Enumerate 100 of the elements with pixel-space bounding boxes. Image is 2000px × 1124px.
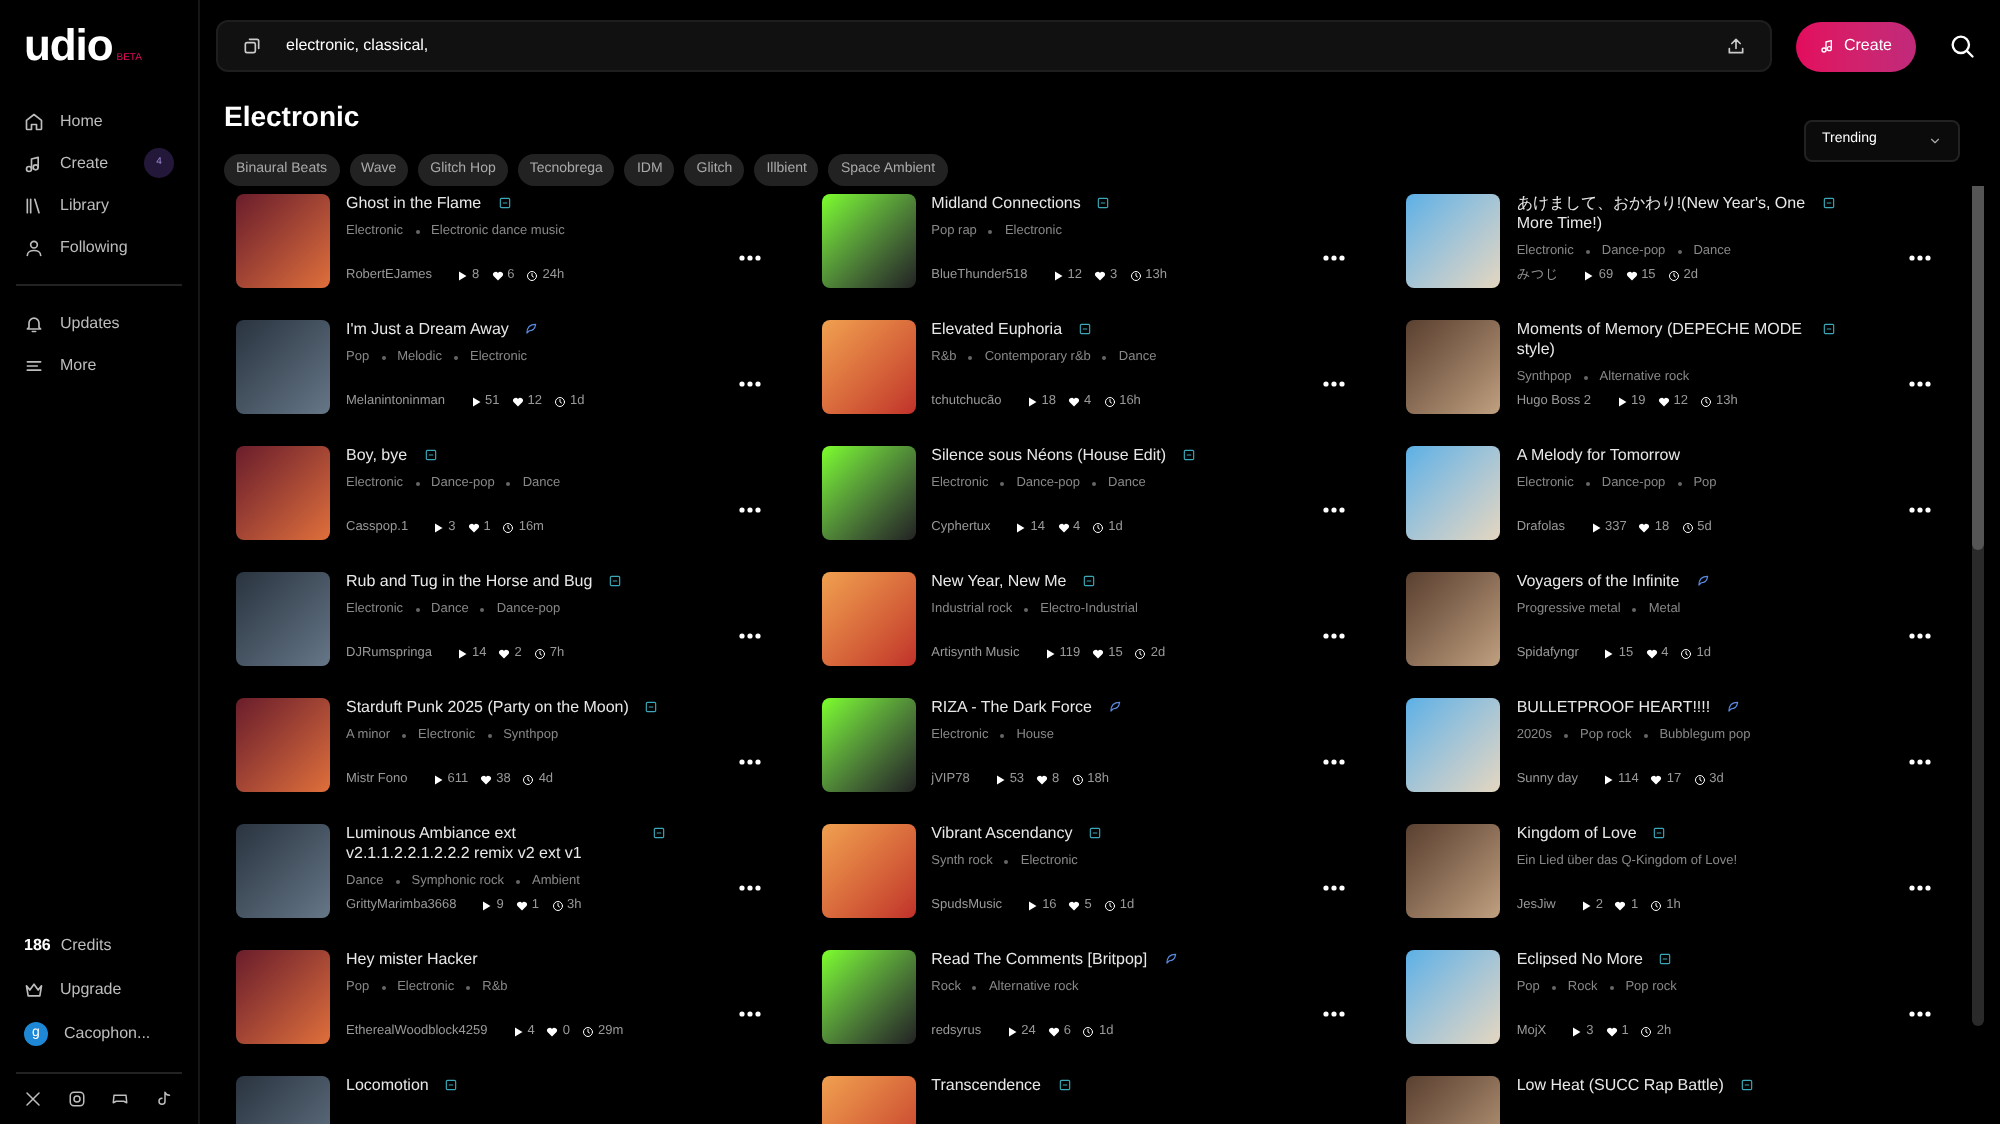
track-title[interactable]: Hey mister Hacker: [346, 950, 478, 970]
more-options-button[interactable]: [1907, 379, 1932, 387]
track-title[interactable]: Eclipsed No More: [1516, 950, 1643, 970]
clock-icon: [1134, 648, 1147, 661]
search-input[interactable]: electronic, classical,: [286, 34, 1702, 58]
track-title[interactable]: Midland Connections: [931, 194, 1081, 214]
track-title[interactable]: Transcendence: [931, 1076, 1042, 1096]
play-icon: [480, 900, 493, 913]
search-bar[interactable]: electronic, classical,: [216, 20, 1772, 72]
search-button[interactable]: [1948, 32, 1976, 60]
more-options-button[interactable]: [1907, 253, 1932, 261]
clock-icon: [1681, 522, 1694, 535]
more-options-button[interactable]: [737, 379, 762, 387]
square-icon: [1096, 196, 1111, 210]
track-title[interactable]: Ghost in the Flame: [346, 194, 482, 214]
heart-icon: [1650, 774, 1663, 787]
play-icon: [993, 774, 1006, 787]
track-title[interactable]: Read The Comments [Britpop]: [931, 950, 1148, 970]
track-title[interactable]: Elevated Euphoria: [931, 320, 1063, 340]
cover-art[interactable]: [821, 194, 916, 288]
more-options-button[interactable]: [1907, 1009, 1932, 1017]
more-options-button[interactable]: [1907, 631, 1932, 639]
more-options-button[interactable]: [737, 505, 762, 513]
feather-icon: [1695, 574, 1710, 588]
track-title[interactable]: RIZA - The Dark Force: [931, 698, 1092, 718]
chevron-down-icon: [1928, 134, 1942, 148]
more-options-button[interactable]: [1322, 1009, 1347, 1017]
music-note-icon: [1819, 38, 1836, 54]
more-options-button[interactable]: [1907, 757, 1932, 765]
heart-icon: [515, 900, 528, 913]
library-icon: [24, 195, 44, 215]
more-options-button[interactable]: [1322, 505, 1347, 513]
nav-item[interactable]: More: [16, 344, 182, 386]
clock-icon: [551, 900, 564, 913]
more-options-button[interactable]: [1907, 505, 1932, 513]
more-options-button[interactable]: [1322, 757, 1347, 765]
clock-icon: [1680, 648, 1693, 661]
track-title[interactable]: New Year, New Me: [931, 572, 1067, 592]
clock-icon: [1082, 1026, 1095, 1039]
track-title[interactable]: Kingdom of Love: [1516, 824, 1637, 844]
nav-item[interactable]: Updates: [16, 302, 182, 344]
square-icon: [444, 1078, 459, 1092]
cover-art[interactable]: [821, 446, 916, 540]
heart-icon: [1657, 396, 1670, 409]
track-title[interactable]: Moments of Memory (DEPECHE MODE style): [1516, 320, 1807, 360]
track-title[interactable]: Silence sous Néons (House Edit): [931, 446, 1167, 466]
more-options-button[interactable]: [1322, 379, 1347, 387]
more-options-button[interactable]: [737, 757, 762, 765]
play-icon: [511, 1026, 524, 1039]
track-title[interactable]: Low Heat (SUCC Rap Battle): [1516, 1076, 1724, 1096]
more-options-button[interactable]: [1322, 883, 1347, 891]
square-icon: [1078, 322, 1093, 336]
heart-icon: [480, 774, 493, 787]
track-title[interactable]: Boy, bye: [346, 446, 408, 466]
heart-icon: [1625, 270, 1638, 283]
play-icon: [1051, 270, 1064, 283]
track-title[interactable]: Luminous Ambiance ext v2.1.1.2.2.1.2.2.2 remix v2 ext v1: [346, 824, 636, 864]
more-options-button[interactable]: [1322, 253, 1347, 261]
cover-art[interactable]: [821, 950, 916, 1044]
feather-icon: [524, 322, 539, 336]
heart-icon: [1067, 396, 1080, 409]
more-options-button[interactable]: [737, 883, 762, 891]
track-title[interactable]: A Melody for Tomorrow: [1516, 446, 1680, 466]
x-logo-icon: [24, 1090, 42, 1108]
more-options-button[interactable]: [737, 1009, 762, 1017]
more-options-button[interactable]: [1907, 883, 1932, 891]
track-title[interactable]: BULLETPROOF HEART!!!!: [1516, 698, 1711, 718]
heart-icon: [1645, 648, 1658, 661]
track-title[interactable]: Starduft Punk 2025 (Party on the Moon): [346, 698, 629, 718]
play-icon: [1025, 396, 1038, 409]
square-icon: [1088, 826, 1103, 840]
nav-item[interactable]: Library: [16, 184, 182, 226]
track-title[interactable]: あけまして、おかわり!(New Year's, One More Time!): [1516, 194, 1807, 234]
upload-icon: [1725, 36, 1746, 56]
create-button[interactable]: Create: [1795, 21, 1916, 71]
track-title[interactable]: Locomotion: [346, 1076, 429, 1096]
clock-icon: [502, 522, 515, 535]
scrollbar[interactable]: [1972, 186, 1984, 1026]
nav-item[interactable]: Following: [16, 226, 182, 268]
more-options-button[interactable]: [737, 253, 762, 261]
track-title[interactable]: Vibrant Ascendancy: [931, 824, 1073, 844]
track-title[interactable]: Rub and Tug in the Horse and Bug: [346, 572, 593, 592]
feather-icon: [1163, 952, 1178, 966]
nav-item[interactable]: Home: [16, 100, 182, 142]
track-title[interactable]: I'm Just a Dream Away: [346, 320, 509, 340]
cover-art[interactable]: [821, 698, 916, 792]
upgrade-link[interactable]: Upgrade: [16, 968, 182, 1012]
square-icon: [608, 574, 623, 588]
square-icon: [497, 196, 512, 210]
clock-icon: [1640, 1026, 1653, 1039]
play-icon: [1043, 648, 1056, 661]
more-options-button[interactable]: [737, 631, 762, 639]
square-icon: [1658, 952, 1673, 966]
logo-wordmark[interactable]: udio: [24, 24, 113, 68]
play-icon: [1570, 1026, 1583, 1039]
track-title[interactable]: Voyagers of the Infinite: [1516, 572, 1680, 592]
more-options-button[interactable]: [1322, 631, 1347, 639]
clock-icon: [1103, 900, 1116, 913]
clock-icon: [526, 270, 539, 283]
square-icon: [1057, 1078, 1072, 1092]
